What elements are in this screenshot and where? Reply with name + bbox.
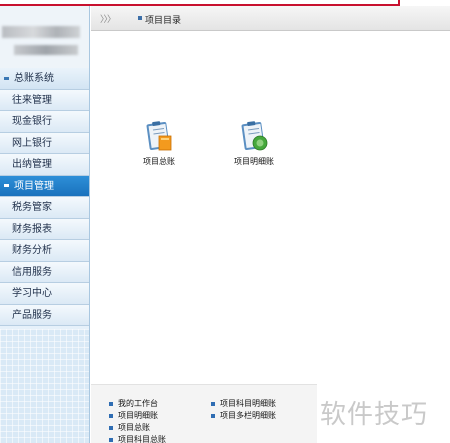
- quick-link-project-ledger[interactable]: 项目总账: [109, 422, 150, 433]
- sidebar-item-products[interactable]: 产品服务: [0, 304, 89, 326]
- sidebar-menu: 总账系统 往来管理 现金银行 网上银行 出纳管理 项目管理 税务管家 财务报表 …: [0, 68, 89, 326]
- quick-link-label: 项目科目明细账: [220, 399, 276, 408]
- bullet-icon: [138, 16, 142, 20]
- page-title: 项目目录: [145, 15, 182, 25]
- sidebar-group-project-management[interactable]: 项目管理: [0, 175, 89, 197]
- bullet-icon: [109, 413, 113, 418]
- quick-link-label: 项目总账: [118, 423, 150, 432]
- tile-project-ledger[interactable]: 项目总账: [124, 120, 194, 167]
- bullet-icon: [4, 76, 9, 80]
- sidebar-item-label: 总账系统: [14, 73, 54, 84]
- breadcrumb-arrows-icon[interactable]: 〉〉〉: [100, 12, 116, 25]
- content-header: 〉〉〉 项目目录: [91, 6, 450, 31]
- sidebar-item-accounts[interactable]: 往来管理: [0, 89, 89, 111]
- quick-link-label: 项目科目总账: [118, 435, 166, 443]
- tile-label: 项目总账: [143, 157, 175, 166]
- quick-link-my-workbench[interactable]: 我的工作台: [109, 398, 158, 409]
- watermark: 软件技巧: [320, 400, 429, 430]
- sidebar-item-learning[interactable]: 学习中心: [0, 283, 89, 305]
- sidebar-item-label: 财务报表: [12, 223, 52, 235]
- sidebar-item-label: 产品服务: [12, 309, 52, 321]
- sidebar-item-cash-bank[interactable]: 现金银行: [0, 111, 89, 133]
- sidebar-item-label: 学习中心: [12, 288, 52, 299]
- bullet-icon: [211, 413, 215, 418]
- quick-link-project-subject-detail[interactable]: 项目科目明细账: [211, 398, 276, 409]
- quick-link-label: 项目明细账: [118, 411, 158, 420]
- tile-label: 项目明细账: [234, 157, 274, 166]
- logo: [0, 6, 89, 68]
- sidebar-item-online-bank[interactable]: 网上银行: [0, 132, 89, 154]
- sidebar-item-label: 现金银行: [12, 116, 52, 127]
- quick-link-label: 我的工作台: [118, 399, 158, 408]
- sidebar-item-credit[interactable]: 信用服务: [0, 261, 89, 283]
- main-content: 项目总账 项目明细账: [91, 32, 450, 384]
- sidebar-item-label: 往来管理: [12, 94, 52, 106]
- logo-blurred-text: [2, 26, 80, 38]
- quick-link-label: 项目多栏明细账: [220, 411, 276, 420]
- tile-project-detail-ledger[interactable]: 项目明细账: [219, 120, 289, 167]
- sidebar-item-cashier[interactable]: 出纳管理: [0, 154, 89, 176]
- sidebar-item-reports[interactable]: 财务报表: [0, 218, 89, 240]
- ledger-icon: [146, 121, 172, 151]
- bullet-icon: [109, 437, 113, 442]
- sidebar-item-analysis[interactable]: 财务分析: [0, 240, 89, 262]
- bullet-icon: [109, 401, 113, 406]
- sidebar-pattern: [0, 329, 89, 443]
- sidebar-item-tax[interactable]: 税务管家: [0, 197, 89, 219]
- sidebar: 总账系统 往来管理 现金银行 网上银行 出纳管理 项目管理 税务管家 财务报表 …: [0, 6, 90, 443]
- bullet-icon: [211, 401, 215, 406]
- sidebar-item-label: 网上银行: [12, 137, 52, 149]
- detail-ledger-icon: [241, 121, 268, 151]
- quick-links-panel: 我的工作台 项目明细账 项目总账 项目科目总账 项目科目明细账 项目多栏明细账: [91, 384, 317, 443]
- quick-link-project-multicolumn[interactable]: 项目多栏明细账: [211, 410, 276, 421]
- sidebar-item-label: 税务管家: [12, 202, 52, 213]
- bullet-icon: [4, 184, 9, 188]
- sidebar-item-label: 信用服务: [12, 266, 52, 278]
- sidebar-item-label: 财务分析: [12, 245, 52, 256]
- sidebar-item-label: 项目管理: [14, 180, 54, 192]
- sidebar-item-label: 出纳管理: [12, 159, 52, 170]
- sidebar-group-general-ledger[interactable]: 总账系统: [0, 68, 89, 90]
- logo-blurred-subtext: [14, 45, 78, 55]
- bullet-icon: [109, 425, 113, 430]
- quick-link-project-subject-ledger[interactable]: 项目科目总账: [109, 434, 166, 443]
- quick-link-project-detail-ledger[interactable]: 项目明细账: [109, 410, 158, 421]
